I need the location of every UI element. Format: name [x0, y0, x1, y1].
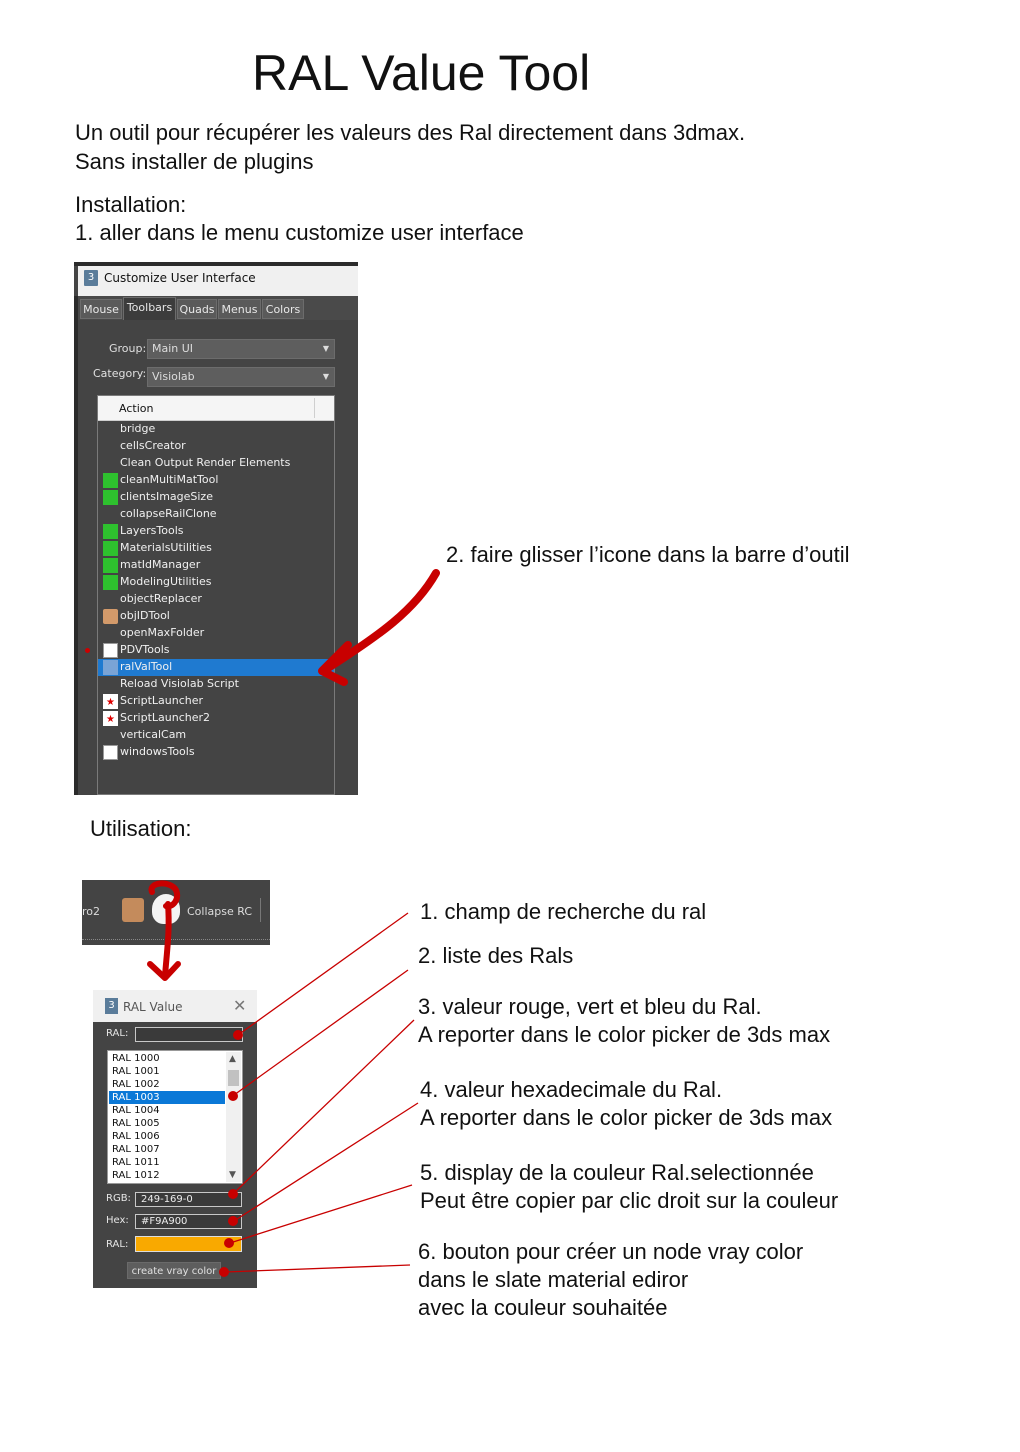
marker-dot-3	[228, 1189, 238, 1199]
marker-dot-1	[233, 1030, 243, 1040]
leader-line-6	[224, 1264, 411, 1273]
leader-lines	[219, 912, 419, 1277]
marker-dot-2	[228, 1091, 238, 1101]
marker-dot-5	[224, 1238, 234, 1248]
leader-line-5	[229, 1184, 413, 1244]
leader-line-4	[233, 1102, 419, 1222]
marker-dot-6	[219, 1267, 229, 1277]
marker-dot-4	[228, 1216, 238, 1226]
leader-line-3	[233, 1019, 415, 1194]
leader-line-2	[233, 969, 409, 1096]
leader-line-1	[237, 912, 409, 1036]
